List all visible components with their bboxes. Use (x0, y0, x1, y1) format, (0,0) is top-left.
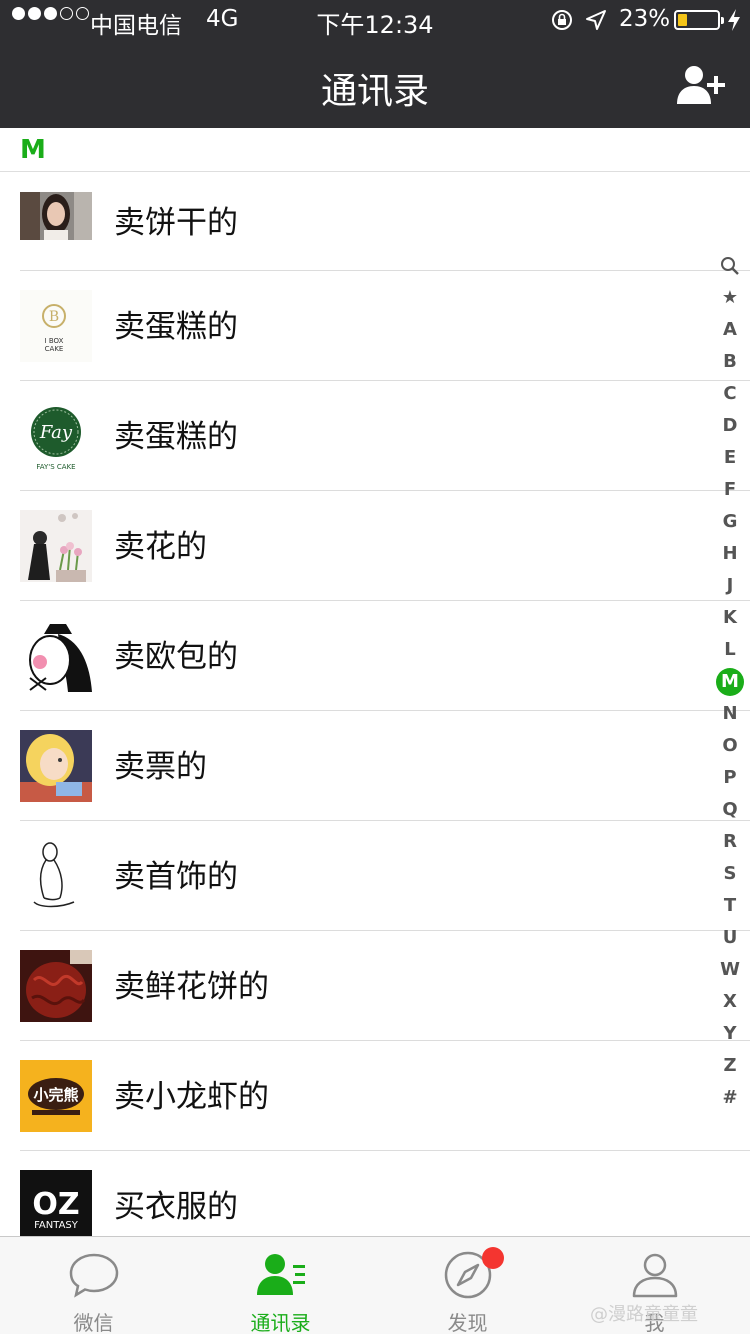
contact-name: 卖蛋糕的 (114, 309, 238, 345)
contact-name: 卖饼干的 (114, 205, 238, 241)
fay-logo-text: Fay (39, 422, 73, 443)
rotation-lock-icon (552, 10, 572, 30)
contact-name: 卖小龙虾的 (114, 1079, 269, 1115)
box-cake-line1: I BOX (45, 337, 64, 345)
fays-cake-logo-avatar: Fay FAY'S CAKE (20, 400, 92, 472)
location-arrow-icon (586, 10, 606, 30)
tab-label: 发现 (447, 1311, 488, 1334)
index-letter[interactable]: F (714, 474, 746, 506)
index-letter[interactable]: C (714, 378, 746, 410)
girl-with-flowers-avatar (20, 510, 92, 582)
search-icon (721, 257, 739, 275)
fay-caption: FAY'S CAKE (36, 463, 75, 471)
index-letter[interactable]: K (714, 602, 746, 634)
tab-chats[interactable]: 微信 (0, 1237, 187, 1334)
contact-row[interactable]: 卖花的 (0, 491, 750, 601)
index-letter[interactable]: P (714, 762, 746, 794)
contact-row[interactable]: 卖欧包的 (0, 601, 750, 711)
box-cake-line2: CAKE (45, 345, 64, 353)
index-search[interactable] (714, 250, 746, 282)
index-letter[interactable]: A (714, 314, 746, 346)
contact-name: 买衣服的 (114, 1189, 238, 1225)
contacts-icon (256, 1254, 305, 1295)
battery-percent: 23% (619, 6, 671, 32)
index-letter[interactable]: Q (714, 794, 746, 826)
contact-list: 卖饼干的 B I BOX CAKE 卖蛋糕的 Fay FAY'S CAKE 卖蛋… (0, 172, 750, 1261)
crayfish-logo-avatar: 小完熊 (20, 1060, 92, 1132)
alice-cartoon-avatar (20, 730, 92, 802)
index-letter[interactable]: M (716, 668, 744, 696)
index-letter[interactable]: # (714, 1082, 746, 1114)
index-letter[interactable]: E (714, 442, 746, 474)
index-letter[interactable]: O (714, 730, 746, 762)
index-letter[interactable]: J (714, 570, 746, 602)
index-letter[interactable]: X (714, 986, 746, 1018)
contact-row[interactable]: 卖票的 (0, 711, 750, 821)
index-letter[interactable]: D (714, 410, 746, 442)
index-letter[interactable]: W (714, 954, 746, 986)
red-carving-avatar (20, 950, 92, 1022)
portrait-woman-avatar (20, 192, 92, 240)
oz-logo-text: OZ (32, 1187, 79, 1222)
index-letter[interactable]: N (714, 698, 746, 730)
index-letter[interactable]: L (714, 634, 746, 666)
contact-name: 卖欧包的 (114, 639, 238, 675)
alphabet-index[interactable]: ★ A B C D E F G H J K L M N O P Q R S T U W X Y Z # (714, 250, 746, 1114)
contact-row[interactable]: 卖首饰的 (0, 821, 750, 931)
section-letter: M (20, 135, 46, 165)
sketch-figure-avatar (20, 840, 92, 912)
index-letter[interactable]: Y (714, 1018, 746, 1050)
person-icon (632, 1253, 677, 1298)
index-letter[interactable]: Z (714, 1050, 746, 1082)
page-title: 通讯录 (320, 71, 429, 112)
index-letter[interactable]: B (714, 346, 746, 378)
contact-row[interactable]: 卖饼干的 (0, 172, 750, 271)
contacts-screen: 中国电信 4G 下午12:34 23% 通讯录 M 卖饼干的 B I BOX C… (0, 0, 750, 1334)
index-letter[interactable]: ★ (714, 282, 746, 314)
svg-text:B: B (49, 309, 59, 325)
status-bar: 中国电信 4G 下午12:34 23% (0, 0, 750, 40)
tab-label: 通讯录 (250, 1311, 311, 1334)
oz-logo-sub: FANTASY (34, 1220, 79, 1231)
chat-bubble-icon (69, 1253, 118, 1298)
tab-label: 微信 (73, 1311, 114, 1334)
crayfish-logo-text: 小完熊 (33, 1086, 78, 1104)
index-letter[interactable]: R (714, 826, 746, 858)
index-letter[interactable]: U (714, 922, 746, 954)
index-letter[interactable]: T (714, 890, 746, 922)
contact-name: 卖鲜花饼的 (114, 969, 269, 1005)
charging-bolt-icon (728, 9, 740, 31)
contact-name: 卖花的 (114, 529, 207, 565)
add-contact-icon[interactable] (676, 64, 728, 106)
index-letter[interactable]: G (714, 506, 746, 538)
box-cake-logo-avatar: B I BOX CAKE (20, 290, 92, 362)
contact-name: 卖蛋糕的 (114, 419, 238, 455)
section-header: M (0, 128, 750, 172)
contact-row[interactable]: 小完熊 卖小龙虾的 (0, 1041, 750, 1151)
watermark-text: @漫路童童童 (590, 1304, 698, 1325)
notification-badge (482, 1247, 504, 1269)
contact-name: 卖首饰的 (114, 859, 238, 895)
contact-name: 卖票的 (114, 749, 207, 785)
tab-contacts[interactable]: 通讯录 (187, 1237, 374, 1334)
battery-icon (674, 10, 724, 30)
cartoon-face-avatar (20, 620, 92, 692)
oz-fantasy-logo-avatar: OZ FANTASY (20, 1170, 92, 1242)
contact-row[interactable]: 卖鲜花饼的 (0, 931, 750, 1041)
contact-row[interactable]: B I BOX CAKE 卖蛋糕的 (0, 271, 750, 381)
tab-discover[interactable]: 发现 (374, 1237, 561, 1334)
index-letter[interactable]: H (714, 538, 746, 570)
index-letter[interactable]: S (714, 858, 746, 890)
contact-row[interactable]: Fay FAY'S CAKE 卖蛋糕的 (0, 381, 750, 491)
index-letters[interactable]: ★ A B C D E F G H J K L M N O P Q R S T U W X Y Z # (714, 282, 746, 1114)
nav-bar: 通讯录 (0, 40, 750, 128)
